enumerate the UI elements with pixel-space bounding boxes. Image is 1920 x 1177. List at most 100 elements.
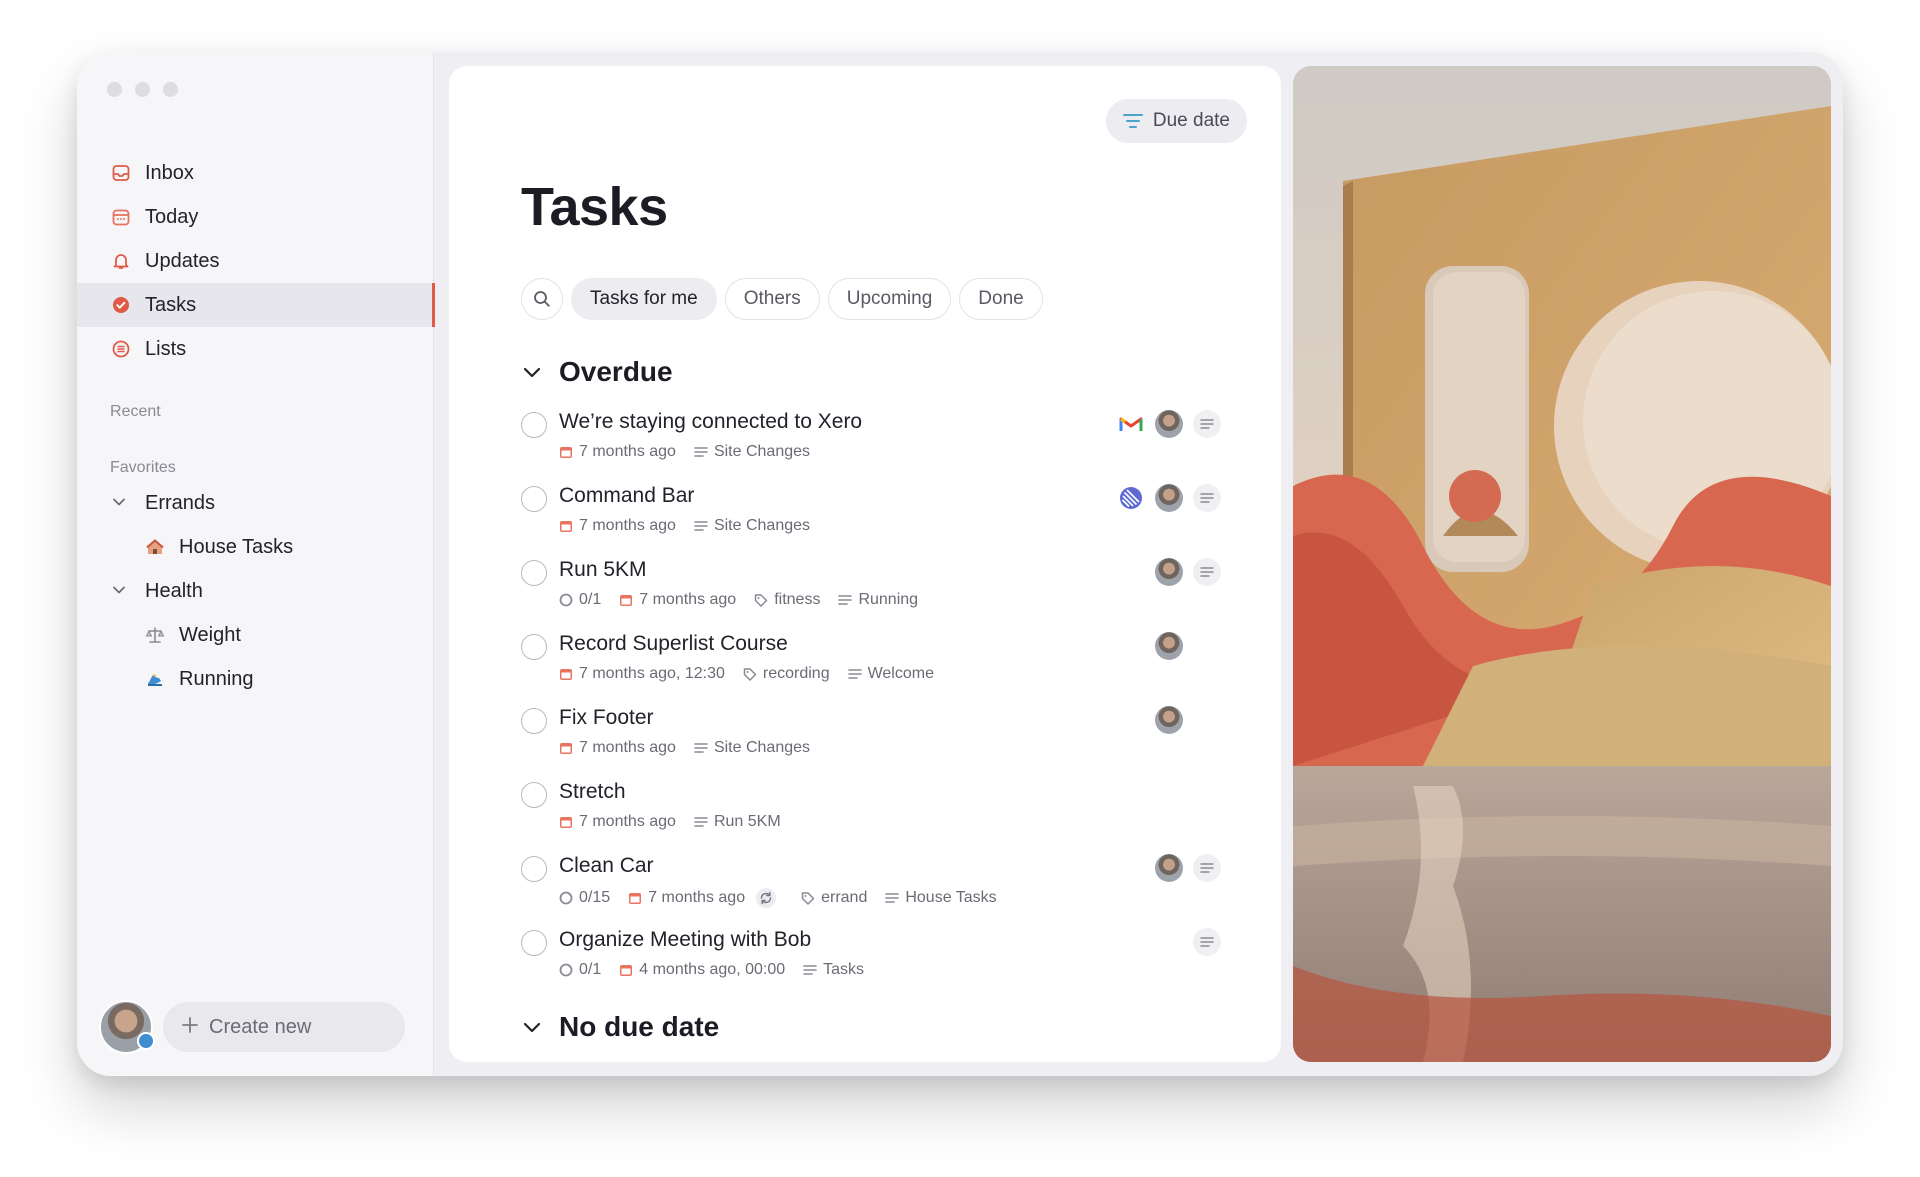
task-meta: 0/15 7 months ago errand House Tasks	[559, 887, 1015, 909]
filter-tasks-for-me[interactable]: Tasks for me	[571, 278, 717, 320]
favorite-item-label: House Tasks	[179, 535, 294, 558]
plus-icon	[181, 1013, 199, 1041]
tasks-panel: Due date Tasks Tasks for me Others Upcom…	[449, 66, 1281, 1062]
favorite-item-running[interactable]: Running	[77, 657, 434, 701]
app-window: Inbox Today Updates Tasks Lists Recent F…	[77, 52, 1843, 1076]
chevron-down-icon[interactable]	[521, 1016, 543, 1038]
assignee-avatar[interactable]	[1155, 558, 1183, 586]
task-row[interactable]: Run 5KM 0/1 7 months ago fitness Running	[521, 558, 1221, 632]
task-checkbox[interactable]	[521, 930, 547, 956]
task-list[interactable]: Welcome	[847, 665, 934, 683]
task-row[interactable]: Clean Car 0/15 7 months ago errand House…	[521, 854, 1221, 928]
task-list[interactable]: Site Changes	[694, 517, 810, 535]
user-avatar[interactable]	[99, 1000, 155, 1054]
notes-icon[interactable]	[1193, 484, 1221, 512]
sidebar-item-updates[interactable]: Updates	[77, 239, 434, 283]
task-due-date: 7 months ago	[559, 517, 676, 535]
task-tag[interactable]: fitness	[754, 591, 820, 609]
zoom-window-button[interactable]	[163, 82, 178, 97]
task-row[interactable]: Fix Footer 7 months ago Site Changes	[521, 706, 1221, 780]
filter-done[interactable]: Done	[959, 278, 1043, 320]
task-progress: 0/1	[559, 591, 601, 609]
list-lines-icon	[694, 743, 708, 753]
page-title: Tasks	[521, 177, 668, 237]
chevron-down-icon[interactable]	[111, 494, 131, 513]
task-checkbox[interactable]	[521, 782, 547, 808]
list-lines-icon	[847, 669, 862, 679]
section-overdue[interactable]: Overdue	[521, 356, 673, 388]
sidebar-item-lists[interactable]: Lists	[77, 327, 434, 371]
sidebar-nav: Inbox Today Updates Tasks Lists	[77, 151, 435, 371]
task-actions	[1155, 558, 1221, 586]
notes-icon[interactable]	[1193, 558, 1221, 586]
task-checkbox[interactable]	[521, 560, 547, 586]
minimize-window-button[interactable]	[135, 82, 150, 97]
sidebar-item-tasks[interactable]: Tasks	[77, 283, 435, 327]
favorite-folder-label: Errands	[145, 491, 216, 514]
task-list[interactable]: House Tasks	[885, 889, 997, 907]
task-list[interactable]: Site Changes	[694, 443, 810, 461]
task-row[interactable]: Organize Meeting with Bob 0/1 4 months a…	[521, 928, 1221, 1002]
task-tag[interactable]: errand	[801, 889, 867, 907]
task-name[interactable]: Fix Footer	[559, 706, 654, 730]
create-new-label: Create new	[209, 1015, 312, 1038]
section-no-due-date[interactable]: No due date	[521, 1011, 719, 1043]
favorite-folder-errands[interactable]: Errands	[77, 481, 434, 525]
task-row[interactable]: Command Bar 7 months ago Site Changes	[521, 484, 1221, 558]
search-button[interactable]	[521, 278, 563, 320]
favorite-folder-health[interactable]: Health	[77, 569, 434, 613]
task-list[interactable]: Running	[838, 591, 918, 609]
task-name[interactable]: Command Bar	[559, 484, 694, 508]
task-name[interactable]: Organize Meeting with Bob	[559, 928, 811, 952]
assignee-avatar[interactable]	[1155, 706, 1183, 734]
sidebar: Inbox Today Updates Tasks Lists Recent F…	[77, 52, 435, 1076]
calendar-icon	[620, 595, 633, 606]
favorite-folder-label: Health	[145, 579, 203, 602]
close-window-button[interactable]	[107, 82, 122, 97]
section-title: No due date	[559, 1011, 720, 1042]
task-name[interactable]: Record Superlist Course	[559, 632, 788, 656]
notes-icon[interactable]	[1193, 854, 1221, 882]
assignee-avatar[interactable]	[1155, 410, 1183, 438]
list-lines-icon	[885, 893, 900, 903]
gmail-icon[interactable]	[1117, 410, 1145, 438]
chevron-down-icon[interactable]	[111, 582, 131, 601]
assignee-avatar[interactable]	[1155, 632, 1183, 660]
sidebar-item-inbox[interactable]: Inbox	[77, 151, 434, 195]
task-checkbox[interactable]	[521, 412, 547, 438]
assignee-avatar[interactable]	[1155, 484, 1183, 512]
task-tag[interactable]: recording	[743, 665, 830, 683]
task-row[interactable]: Record Superlist Course 7 months ago, 12…	[521, 632, 1221, 706]
task-checkbox[interactable]	[521, 708, 547, 734]
filter-others[interactable]: Others	[724, 278, 820, 320]
task-list[interactable]: Run 5KM	[694, 813, 781, 831]
task-list[interactable]: Site Changes	[694, 739, 810, 757]
sidebar-item-today[interactable]: Today	[77, 195, 434, 239]
bell-icon	[111, 251, 131, 271]
favorite-item-weight[interactable]: Weight	[77, 613, 434, 657]
filter-bar: Tasks for me Others Upcoming Done	[521, 278, 1043, 320]
chevron-down-icon[interactable]	[521, 361, 543, 383]
notes-icon[interactable]	[1193, 928, 1221, 956]
assignee-avatar[interactable]	[1155, 854, 1183, 882]
filter-upcoming[interactable]: Upcoming	[827, 278, 952, 320]
notes-icon[interactable]	[1193, 410, 1221, 438]
favorite-item-house-tasks[interactable]: House Tasks	[77, 525, 434, 569]
linear-icon[interactable]	[1117, 484, 1145, 512]
task-name[interactable]: We’re staying connected to Xero	[559, 410, 862, 434]
task-due-date: 7 months ago, 12:30	[559, 665, 725, 683]
house-icon	[145, 537, 165, 557]
progress-icon	[559, 963, 573, 977]
task-checkbox[interactable]	[521, 486, 547, 512]
task-name[interactable]: Run 5KM	[559, 558, 647, 582]
task-name[interactable]: Stretch	[559, 780, 626, 804]
create-new-button[interactable]: Create new	[163, 1002, 405, 1052]
task-list[interactable]: Tasks	[803, 961, 864, 979]
task-row[interactable]: We’re staying connected to Xero 7 months…	[521, 410, 1221, 484]
task-name[interactable]: Clean Car	[559, 854, 654, 878]
sort-due-date-button[interactable]: Due date	[1105, 99, 1247, 143]
task-checkbox[interactable]	[521, 856, 547, 882]
task-checkbox[interactable]	[521, 634, 547, 660]
calendar-icon	[560, 669, 572, 680]
task-row[interactable]: Stretch 7 months ago Run 5KM	[521, 780, 1221, 854]
